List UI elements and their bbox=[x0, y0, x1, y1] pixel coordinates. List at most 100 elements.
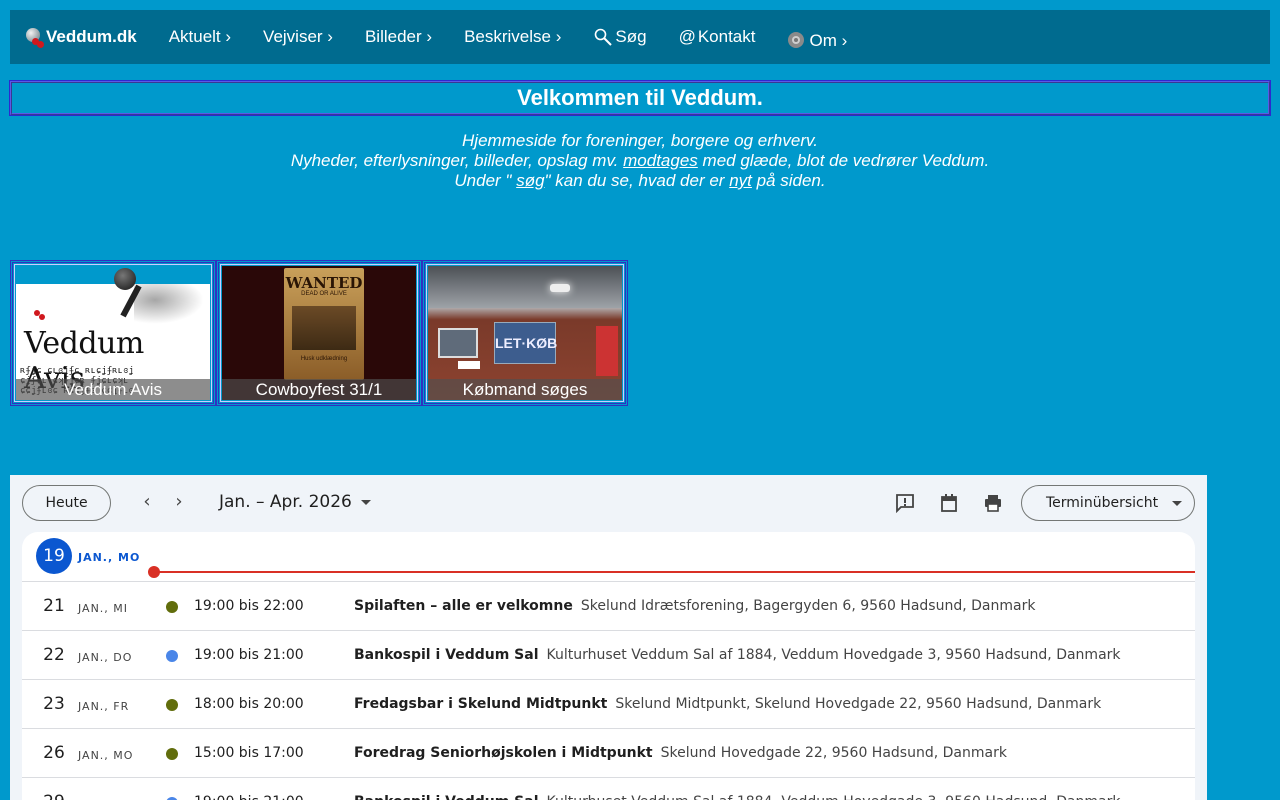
event-row[interactable]: 29JAN., DO19:00 bis 21:00Bankospil i Ved… bbox=[22, 778, 1195, 800]
modtages-link[interactable]: modtages bbox=[623, 151, 698, 170]
next-arrow-icon[interactable]: › bbox=[169, 493, 189, 513]
nav-contact[interactable]: @ Kontakt bbox=[679, 27, 756, 47]
nav-search[interactable]: Søg bbox=[593, 27, 647, 47]
shop-sign-text: LET·KØB bbox=[495, 335, 558, 351]
tile-kobmand[interactable]: LET·KØB Købmand søges bbox=[422, 260, 628, 406]
current-time-dot bbox=[148, 566, 160, 578]
tile-cowboyfest[interactable]: WANTED DEAD OR ALIVE Husk udklædning Cow… bbox=[216, 260, 422, 406]
prev-arrow-icon[interactable]: ‹ bbox=[137, 493, 157, 513]
event-color-dot bbox=[166, 748, 178, 760]
event-weekday: JAN., MO bbox=[78, 749, 134, 762]
intro-line-1: Hjemmeside for foreninger, borgere og er… bbox=[462, 131, 818, 150]
today-button[interactable]: Heute bbox=[22, 485, 111, 521]
brand-label: Veddum.dk bbox=[46, 27, 137, 46]
event-color-dot bbox=[166, 601, 178, 613]
contact-label: Kontakt bbox=[697, 27, 756, 46]
event-time: 19:00 bis 21:00 bbox=[194, 794, 304, 800]
nav-vejviser[interactable]: Vejviser › bbox=[263, 27, 333, 47]
event-details: Foredrag Seniorhøjskolen i Midtpunkt Skel… bbox=[354, 745, 1007, 761]
date-range-label: Jan. – Apr. 2026 bbox=[219, 492, 352, 512]
event-details: Bankospil i Veddum Sal Kulturhuset Veddum… bbox=[354, 647, 1121, 663]
view-selector[interactable]: Terminübersicht bbox=[1021, 485, 1195, 521]
event-color-dot bbox=[166, 650, 178, 662]
nav-aktuelt[interactable]: Aktuelt › bbox=[169, 27, 231, 47]
search-icon bbox=[593, 27, 613, 47]
shop-sign: LET·KØB bbox=[494, 322, 558, 364]
calendar-icon[interactable] bbox=[939, 493, 959, 513]
brand-link[interactable]: Veddum.dk bbox=[24, 27, 137, 48]
event-location: Kulturhuset Veddum Sal af 1884, Veddum H… bbox=[547, 794, 1121, 800]
event-title: Bankospil i Veddum Sal bbox=[354, 647, 539, 663]
event-row[interactable]: 22 JAN., DO 19:00 bis 21:00 Bankospil i Ved… bbox=[22, 631, 1195, 680]
event-time: 19:00 bis 22:00 bbox=[194, 598, 304, 614]
event-location: Skelund Midtpunkt, Skelund Hovedgade 22,… bbox=[615, 696, 1102, 712]
embedded-calendar: Heute ‹ › Jan. – Apr. 2026 Terminübersic… bbox=[10, 475, 1207, 800]
event-title: Fredagsbar i Skelund Midtpunkt bbox=[354, 696, 608, 712]
today-date-badge[interactable]: 19 bbox=[36, 538, 72, 574]
event-title: Spilaften – alle er velkomne bbox=[354, 598, 573, 614]
event-title: Foredrag Seniorhøjskolen i Midtpunkt bbox=[354, 745, 653, 761]
nav-beskrivelse[interactable]: Beskrivelse › bbox=[464, 27, 561, 47]
nav-billeder[interactable]: Billeder › bbox=[365, 27, 432, 47]
cherry-logo-icon bbox=[24, 27, 44, 48]
intro-line-3-pre: Under " bbox=[454, 171, 517, 190]
at-icon: @ bbox=[678, 27, 696, 46]
current-time-line bbox=[154, 571, 1195, 573]
event-date[interactable]: 23 bbox=[36, 694, 72, 714]
nav-about[interactable]: Om › bbox=[787, 31, 847, 51]
intro-line-2: Nyheder, efterlysninger, billeder, opsla… bbox=[0, 151, 1280, 171]
intro-text: Hjemmeside for foreninger, borgere og er… bbox=[0, 131, 1280, 191]
event-weekday: JAN., MI bbox=[78, 602, 129, 615]
welcome-banner: Velkommen til Veddum. bbox=[9, 80, 1271, 116]
event-row[interactable]: 23 JAN., FR 18:00 bis 20:00 Fredagsbar i Sk… bbox=[22, 680, 1195, 729]
gear-icon bbox=[787, 31, 807, 51]
event-time: 18:00 bis 20:00 bbox=[194, 696, 304, 712]
event-date[interactable]: 22 bbox=[36, 645, 72, 665]
event-details: Spilaften – alle er velkomne Skelund Idræ… bbox=[354, 598, 1035, 614]
event-color-dot bbox=[166, 699, 178, 711]
tile-caption: Veddum Avis bbox=[16, 379, 210, 400]
event-details: Fredagsbar i Skelund Midtpunkt Skelund Mi… bbox=[354, 696, 1101, 712]
top-navigation: Veddum.dk Aktuelt › Vejviser › Billeder … bbox=[10, 10, 1270, 64]
calendar-toolbar: Heute ‹ › Jan. – Apr. 2026 Terminübersic… bbox=[10, 475, 1207, 531]
intro-line-3: Under " søg" kan du se, hvad der er nyt … bbox=[0, 171, 1280, 191]
caret-down-icon bbox=[1172, 500, 1183, 506]
microphone-icon bbox=[114, 268, 136, 290]
feature-tiles: Veddum Avis ʀʄʝɕ ɕʟɞʝʄɕ ʀʟɕʝʄʀʟɞʝɕʝʄɕʟ ɕ… bbox=[10, 260, 628, 406]
today-weekday: JAN., MO bbox=[78, 551, 141, 564]
print-icon[interactable] bbox=[983, 493, 1003, 513]
caret-down-icon bbox=[360, 499, 371, 505]
event-date[interactable]: 26 bbox=[36, 743, 72, 763]
tile-caption: Købmand søges bbox=[428, 379, 622, 400]
tile-caption: Cowboyfest 31/1 bbox=[222, 379, 416, 400]
event-weekday: JAN., FR bbox=[78, 700, 130, 713]
intro-line-2-post: med glæde, blot de vedrører Veddum. bbox=[697, 151, 990, 170]
event-time: 19:00 bis 21:00 bbox=[194, 647, 304, 663]
event-time: 15:00 bis 17:00 bbox=[194, 745, 304, 761]
about-label: Om › bbox=[809, 31, 848, 50]
event-details: Bankospil i Veddum Sal Kulturhuset Veddum… bbox=[354, 794, 1121, 800]
date-range-picker[interactable]: Jan. – Apr. 2026 bbox=[219, 492, 371, 512]
event-title: Bankospil i Veddum Sal bbox=[354, 794, 539, 800]
page-title: Velkommen til Veddum. bbox=[517, 85, 763, 110]
intro-line-2-pre: Nyheder, efterlysninger, billeder, opsla… bbox=[290, 151, 624, 170]
event-location: Kulturhuset Veddum Sal af 1884, Veddum H… bbox=[546, 647, 1121, 663]
event-location: Skelund Hovedgade 22, 9560 Hadsund, Danm… bbox=[660, 745, 1007, 761]
event-row[interactable]: 21 JAN., MI 19:00 bis 22:00 Spilaften – all… bbox=[22, 582, 1195, 631]
event-date[interactable]: 21 bbox=[36, 596, 72, 616]
feedback-icon[interactable] bbox=[895, 493, 915, 514]
event-date[interactable]: 29 bbox=[36, 792, 72, 800]
event-row[interactable]: 26 JAN., MO 15:00 bis 17:00 Foredrag Senior… bbox=[22, 729, 1195, 778]
tile-veddum-avis[interactable]: Veddum Avis ʀʄʝɕ ɕʟɞʝʄɕ ʀʟɕʝʄʀʟɞʝɕʝʄɕʟ ɕ… bbox=[10, 260, 216, 406]
wanted-text: WANTED bbox=[285, 274, 363, 292]
view-selector-label: Terminübersicht bbox=[1046, 495, 1159, 511]
new-link[interactable]: nyt bbox=[729, 171, 752, 190]
event-weekday: JAN., DO bbox=[78, 651, 133, 664]
agenda-list: 19 JAN., MO 21 JAN., MI 19:00 bis 22:00 Spi… bbox=[22, 532, 1195, 800]
search-link[interactable]: søg bbox=[516, 171, 544, 190]
intro-line-3-post: på siden. bbox=[751, 171, 826, 190]
intro-line-3-mid: " kan du se, hvad der er bbox=[544, 171, 730, 190]
event-location: Skelund Idrætsforening, Bagergyden 6, 95… bbox=[580, 598, 1036, 614]
search-label: Søg bbox=[615, 27, 647, 46]
today-row: 19 JAN., MO bbox=[22, 532, 1195, 582]
